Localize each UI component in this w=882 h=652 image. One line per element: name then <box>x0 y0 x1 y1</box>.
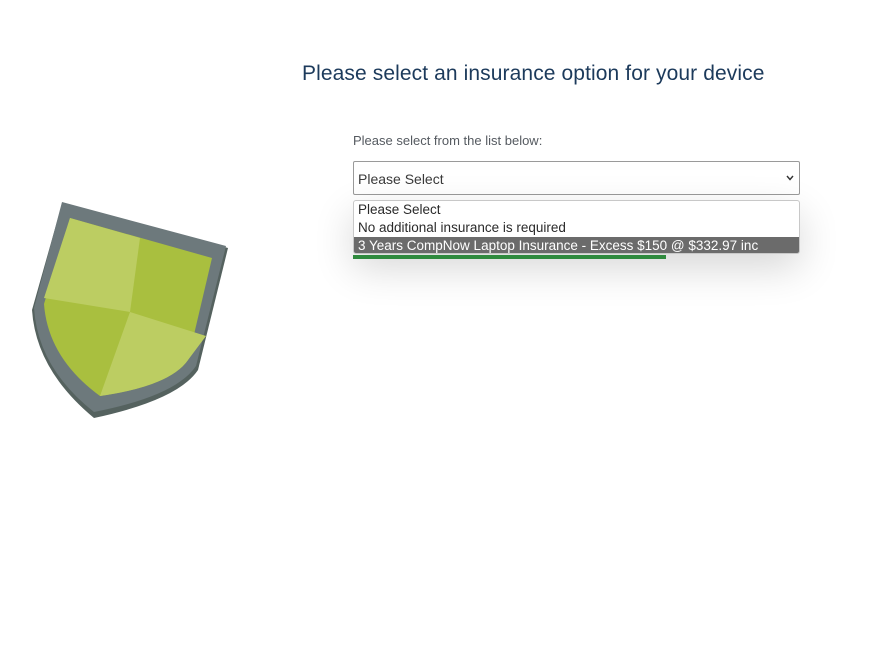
select-instruction-label: Please select from the list below: <box>353 133 543 148</box>
progress-bar-fill <box>353 255 666 259</box>
page-title: Please select an insurance option for yo… <box>302 62 765 85</box>
progress-bar <box>353 255 800 259</box>
option-compnow-3-years[interactable]: 3 Years CompNow Laptop Insurance - Exces… <box>354 237 799 253</box>
option-please-select[interactable]: Please Select <box>354 201 799 218</box>
insurance-page: Please select an insurance option for yo… <box>0 0 882 652</box>
insurance-select[interactable]: Please Select <box>353 161 800 195</box>
chevron-down-icon <box>786 175 794 181</box>
select-dropdown-list: Please Select No additional insurance is… <box>353 200 800 254</box>
shield-icon <box>32 202 228 418</box>
select-current-value: Please Select <box>358 171 444 187</box>
option-no-insurance[interactable]: No additional insurance is required <box>354 219 799 236</box>
